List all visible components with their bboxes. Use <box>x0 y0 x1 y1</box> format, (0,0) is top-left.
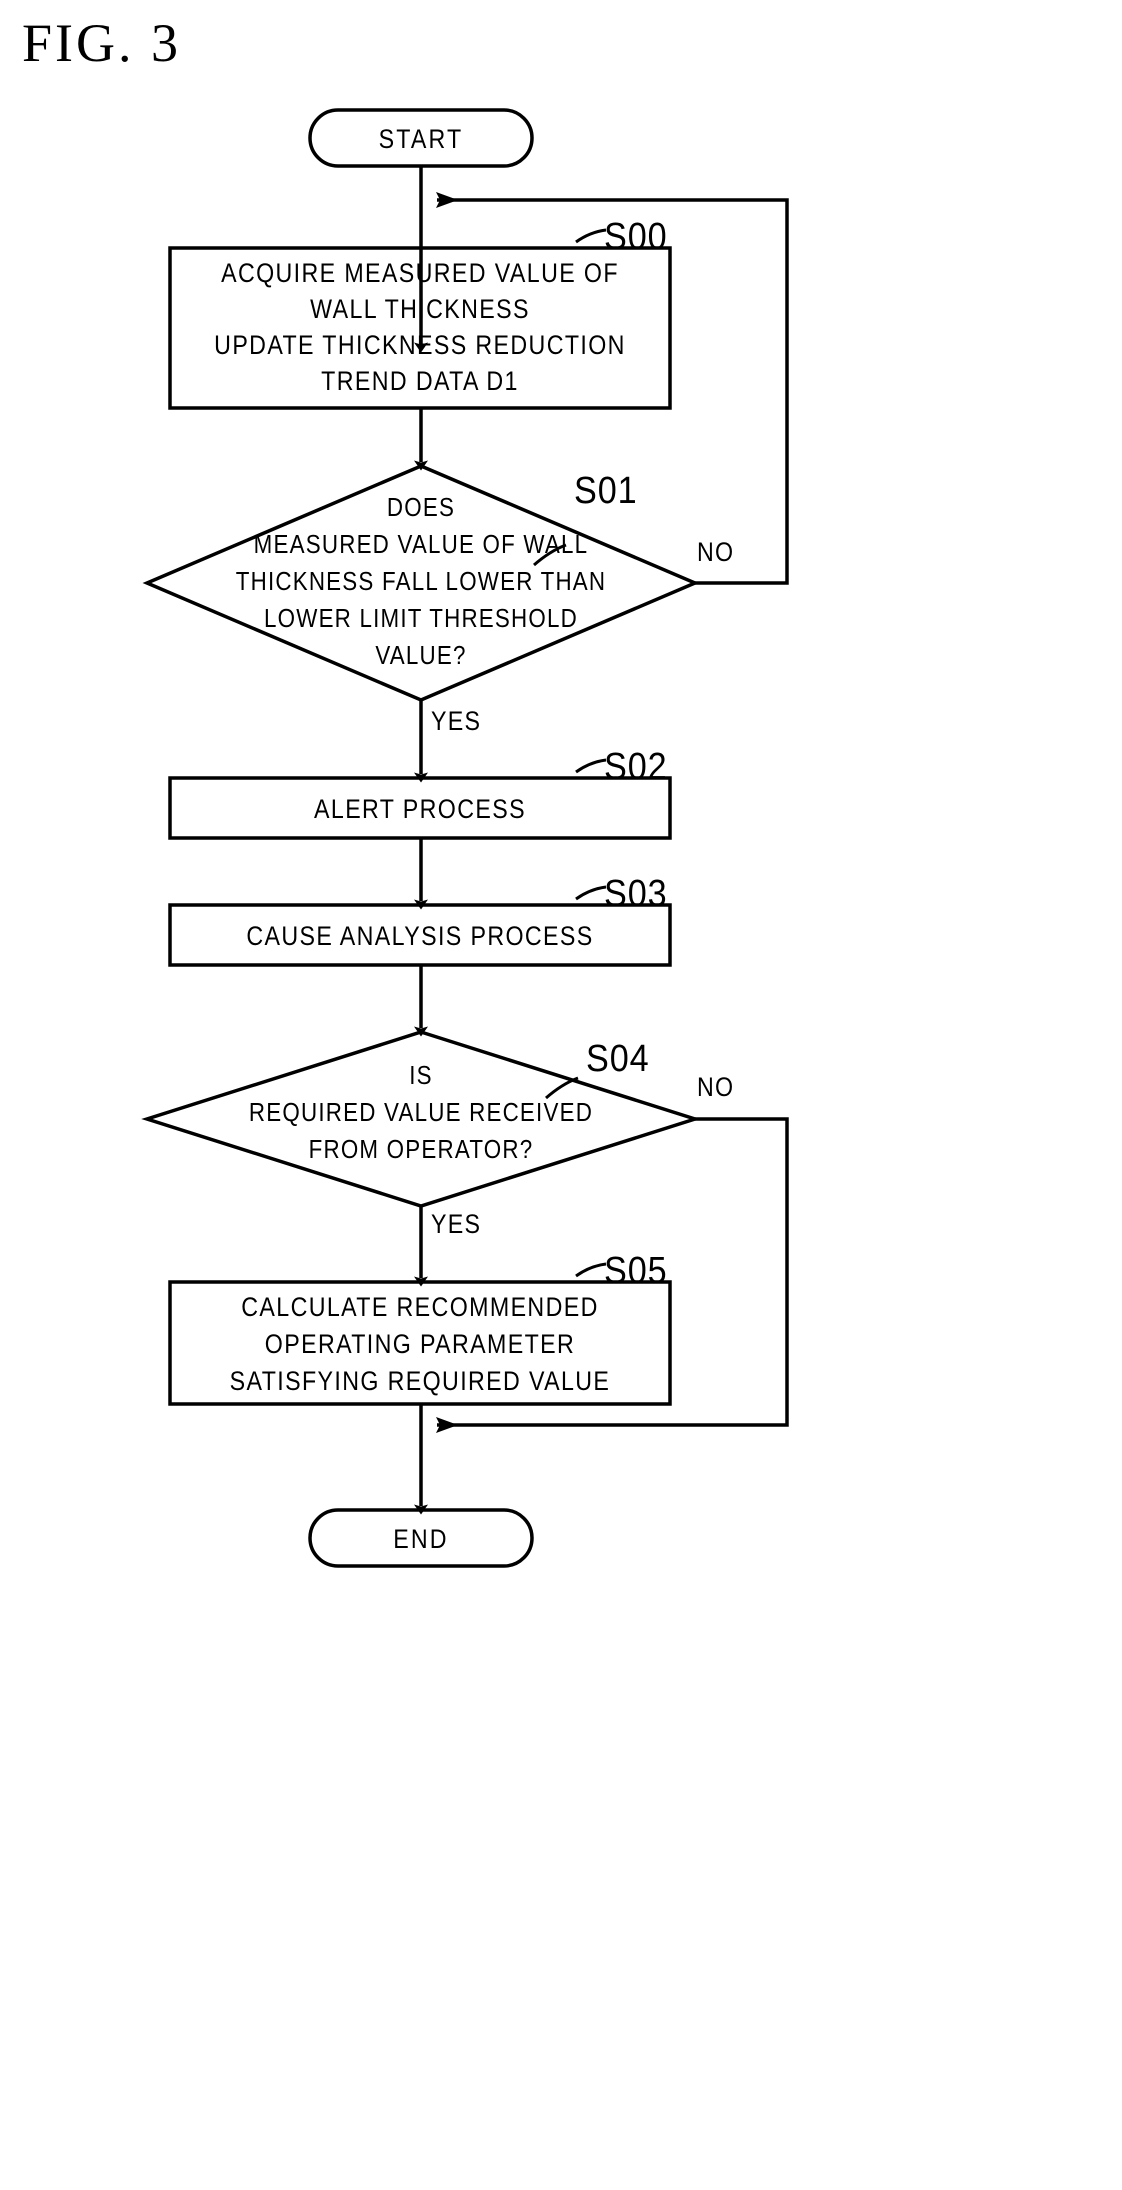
branch-label-s01-no: NO <box>697 537 735 567</box>
s05-label-tick <box>575 1262 607 1278</box>
s05-line-3: SATISFYING REQUIRED VALUE <box>229 1366 611 1396</box>
s03-label-tick <box>575 885 607 901</box>
s00-line-1: ACQUIRE MEASURED VALUE OF <box>221 258 619 288</box>
s01-line-3: THICKNESS FALL LOWER THAN <box>235 566 607 596</box>
end-node-label: END <box>393 1524 449 1554</box>
s03-line-1: CAUSE ANALYSIS PROCESS <box>246 921 594 951</box>
branch-label-s04-no: NO <box>697 1072 735 1102</box>
s01-line-2: MEASURED VALUE OF WALL <box>253 529 589 559</box>
s00-line-2: WALL THICKNESS <box>310 294 530 324</box>
s01-line-4: LOWER LIMIT THRESHOLD <box>264 603 578 633</box>
start-node-label: START <box>378 124 464 154</box>
step-label-s03: S03 <box>604 873 668 915</box>
branch-label-s01-yes: YES <box>431 706 482 736</box>
step-label-s05: S05 <box>604 1250 668 1292</box>
step-label-s02: S02 <box>604 746 668 788</box>
s00-label-tick <box>575 228 607 244</box>
figure-root: FIG. 3 START ACQUIRE MEASURED VALUE OF W… <box>0 0 1122 2190</box>
s04-line-3: FROM OPERATOR? <box>308 1134 534 1164</box>
s04-line-2: REQUIRED VALUE RECEIVED <box>248 1097 594 1127</box>
step-label-s00: S00 <box>604 216 668 258</box>
flowchart-canvas <box>141 108 789 1568</box>
s00-line-4: TREND DATA D1 <box>321 366 519 396</box>
s02-label-tick <box>575 758 607 774</box>
step-label-s01: S01 <box>574 470 638 512</box>
step-label-s04: S04 <box>586 1038 650 1080</box>
s01-line-1: DOES <box>386 492 456 522</box>
branch-label-s04-yes: YES <box>431 1209 482 1239</box>
s05-line-1: CALCULATE RECOMMENDED <box>241 1292 599 1322</box>
s05-line-2: OPERATING PARAMETER <box>264 1329 576 1359</box>
s04-line-1: IS <box>409 1060 433 1090</box>
s01-line-5: VALUE? <box>375 640 467 670</box>
s02-line-1: ALERT PROCESS <box>314 794 526 824</box>
s00-line-3: UPDATE THICKNESS REDUCTION <box>214 330 626 360</box>
